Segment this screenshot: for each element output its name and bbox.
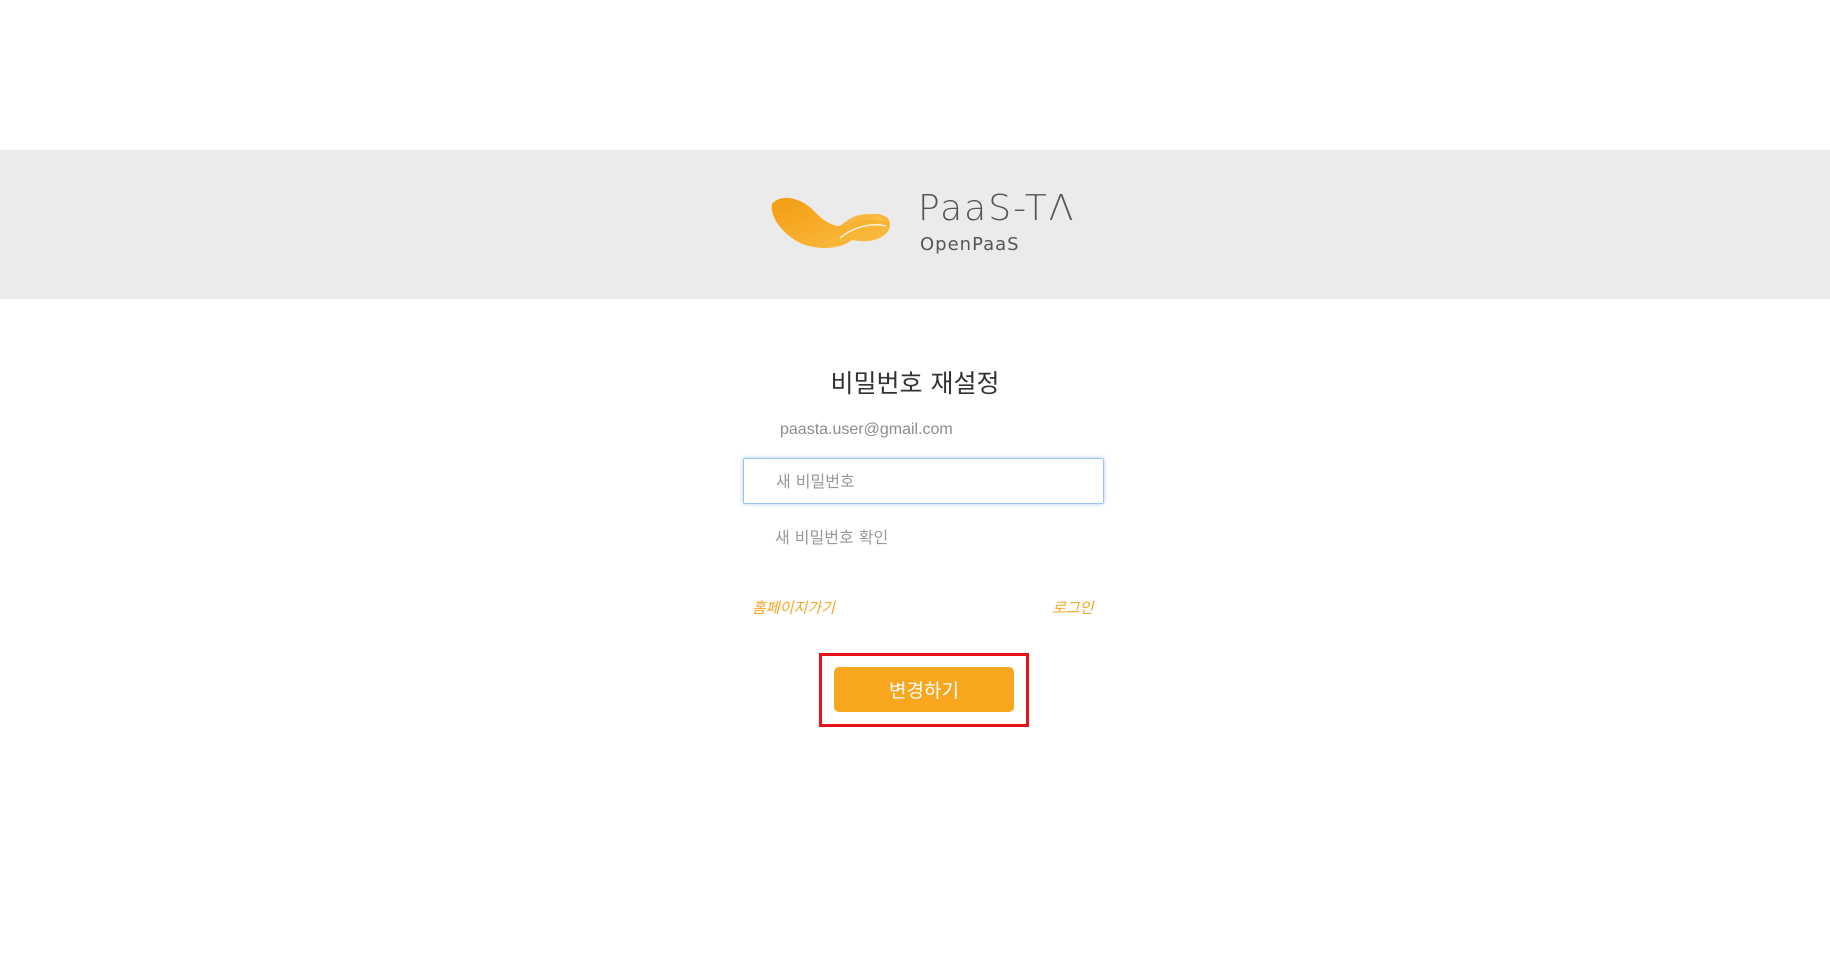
new-password-input[interactable] [743,458,1104,504]
brand-logo: PaaS-TΛ OpenPaaS [770,188,1073,268]
page: PaaS-TΛ OpenPaaS 비밀번호 재설정 paasta.user@gm… [0,0,1830,973]
paas-ta-swoosh-icon [771,197,890,248]
page-title: 비밀번호 재설정 [830,369,1000,398]
brand-title: PaaS-TΛ [918,188,1076,229]
account-email: paasta.user@gmail.com [780,421,953,438]
login-link[interactable]: 로그인 [1052,597,1093,618]
brand-subtitle: OpenPaaS [920,234,1020,255]
confirm-password-input[interactable] [743,514,1104,560]
change-password-button[interactable]: 변경하기 [834,667,1014,712]
home-link[interactable]: 홈페이지가기 [752,597,835,618]
